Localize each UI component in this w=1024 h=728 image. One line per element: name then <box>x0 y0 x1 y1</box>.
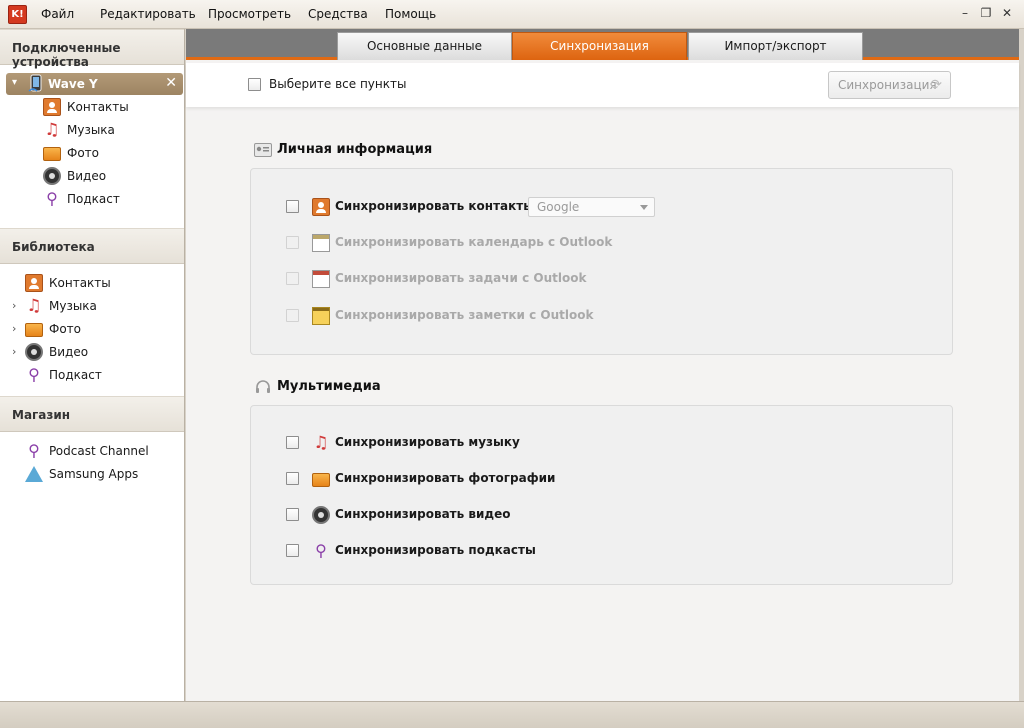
sync-photos-checkbox[interactable] <box>286 472 299 485</box>
library-item-label: Видео <box>49 345 89 359</box>
sync-icon: ⟳ <box>930 77 942 93</box>
contacts-source-value: Google <box>537 200 580 214</box>
personal-info-panel: Синхронизировать контакты с Google Синхр… <box>250 168 953 355</box>
expand-arrow-icon[interactable]: › <box>12 322 16 335</box>
photo-icon <box>25 323 43 337</box>
select-all-checkbox[interactable] <box>248 78 261 91</box>
podcast-icon: ⚲ <box>46 189 58 208</box>
podcast-icon: ⚲ <box>28 365 40 384</box>
restore-button[interactable]: ❐ <box>978 6 994 20</box>
library-item-label: Фото <box>49 322 82 336</box>
photo-icon <box>43 147 61 161</box>
menu-file[interactable]: Файл <box>41 7 74 21</box>
library-header: Библиотека <box>0 228 184 264</box>
library-item-label: Контакты <box>49 276 111 290</box>
music-icon: ♫ <box>44 120 60 140</box>
music-icon: ♫ <box>313 433 329 453</box>
podcast-icon: ⚲ <box>315 541 327 560</box>
device-name: Wave Y <box>48 77 98 91</box>
device-row-wave-y[interactable]: ▾ Wave Y ✕ <box>6 73 183 95</box>
chevron-down-icon[interactable]: ▾ <box>12 77 17 88</box>
sync-tasks-checkbox[interactable] <box>286 272 299 285</box>
library-item-label: Подкаст <box>49 368 102 382</box>
expand-arrow-icon[interactable]: › <box>12 345 16 358</box>
close-window-button[interactable]: ✕ <box>999 6 1015 20</box>
sync-notes-label: Синхронизировать заметки с Outlook <box>335 308 594 322</box>
sidebar: Подключенные устройства ▾ Wave Y ✕ Конта… <box>0 29 185 701</box>
contacts-source-select[interactable]: Google <box>528 197 655 217</box>
headphones-icon <box>256 380 270 393</box>
store-title: Магазин <box>12 408 71 422</box>
phone-icon <box>28 74 42 92</box>
sync-photos-label: Синхронизировать фотографии <box>335 471 556 485</box>
main-panel: Основные данные Синхронизация Импорт/экс… <box>186 29 1019 701</box>
sync-video-label: Синхронизировать видео <box>335 507 511 521</box>
music-icon: ♫ <box>26 296 42 316</box>
store-header: Магазин <box>0 396 184 432</box>
tasks-icon <box>312 270 330 288</box>
personal-info-title: Личная информация <box>277 142 433 157</box>
sync-contacts-checkbox[interactable] <box>286 200 299 213</box>
contacts-icon <box>312 198 330 216</box>
sync-button-label: Синхронизация <box>838 78 937 92</box>
sync-toolbar: Выберите все пункты Синхронизация ⟳ <box>186 63 1019 107</box>
sync-contacts-label: Синхронизировать контакты с <box>335 199 546 213</box>
chevron-down-icon <box>640 205 648 210</box>
photo-icon <box>312 473 330 487</box>
minimize-button[interactable]: – <box>957 6 973 20</box>
menu-bar: K! Файл Редактировать Просмотреть Средст… <box>0 0 1024 29</box>
sync-video-checkbox[interactable] <box>286 508 299 521</box>
sync-tasks-label: Синхронизировать задачи с Outlook <box>335 271 587 285</box>
library-item-label: Музыка <box>49 299 97 313</box>
sync-podcasts-label: Синхронизировать подкасты <box>335 543 536 557</box>
tab-general[interactable]: Основные данные <box>337 32 512 60</box>
contacts-icon <box>43 98 61 116</box>
video-icon <box>43 167 61 185</box>
connected-devices-title: Подключенные устройства <box>12 41 121 69</box>
sync-podcasts-checkbox[interactable] <box>286 544 299 557</box>
menu-tools[interactable]: Средства <box>308 7 368 21</box>
status-bar <box>0 701 1024 728</box>
select-all-label: Выберите все пункты <box>269 77 407 91</box>
samsung-apps-icon <box>25 466 43 482</box>
tab-sync[interactable]: Синхронизация <box>512 32 687 60</box>
sync-notes-checkbox[interactable] <box>286 309 299 322</box>
tab-bar: Основные данные Синхронизация Импорт/экс… <box>186 29 1019 60</box>
menu-view[interactable]: Просмотреть <box>208 7 291 21</box>
calendar-icon <box>312 234 330 252</box>
id-card-icon <box>254 143 272 157</box>
sync-calendar-checkbox[interactable] <box>286 236 299 249</box>
multimedia-title: Мультимедиа <box>277 379 381 394</box>
store-item-label: Podcast Channel <box>49 444 149 458</box>
podcast-icon: ⚲ <box>28 441 40 460</box>
tab-import-export[interactable]: Импорт/экспорт <box>688 32 863 60</box>
store-item-label: Samsung Apps <box>49 467 139 481</box>
notes-icon <box>312 307 330 325</box>
video-icon <box>312 506 330 524</box>
expand-arrow-icon[interactable]: › <box>12 299 16 312</box>
device-item-label: Контакты <box>67 100 129 114</box>
sync-music-label: Синхронизировать музыку <box>335 435 520 449</box>
device-item-label: Фото <box>67 146 100 160</box>
menu-edit[interactable]: Редактировать <box>100 7 196 21</box>
sync-button[interactable]: Синхронизация ⟳ <box>828 71 951 99</box>
device-item-label: Музыка <box>67 123 115 137</box>
device-item-label: Подкаст <box>67 192 120 206</box>
video-icon <box>25 343 43 361</box>
contacts-icon <box>25 274 43 292</box>
close-icon[interactable]: ✕ <box>165 75 177 91</box>
connected-devices-header: Подключенные устройства <box>0 29 184 69</box>
menu-help[interactable]: Помощь <box>385 7 436 21</box>
device-item-label: Видео <box>67 169 107 183</box>
app-logo-icon: K! <box>8 5 27 24</box>
sync-music-checkbox[interactable] <box>286 436 299 449</box>
library-title: Библиотека <box>12 240 95 254</box>
multimedia-panel: ♫ Синхронизировать музыку Синхронизирова… <box>250 405 953 585</box>
sync-calendar-label: Синхронизировать календарь с Outlook <box>335 235 613 249</box>
